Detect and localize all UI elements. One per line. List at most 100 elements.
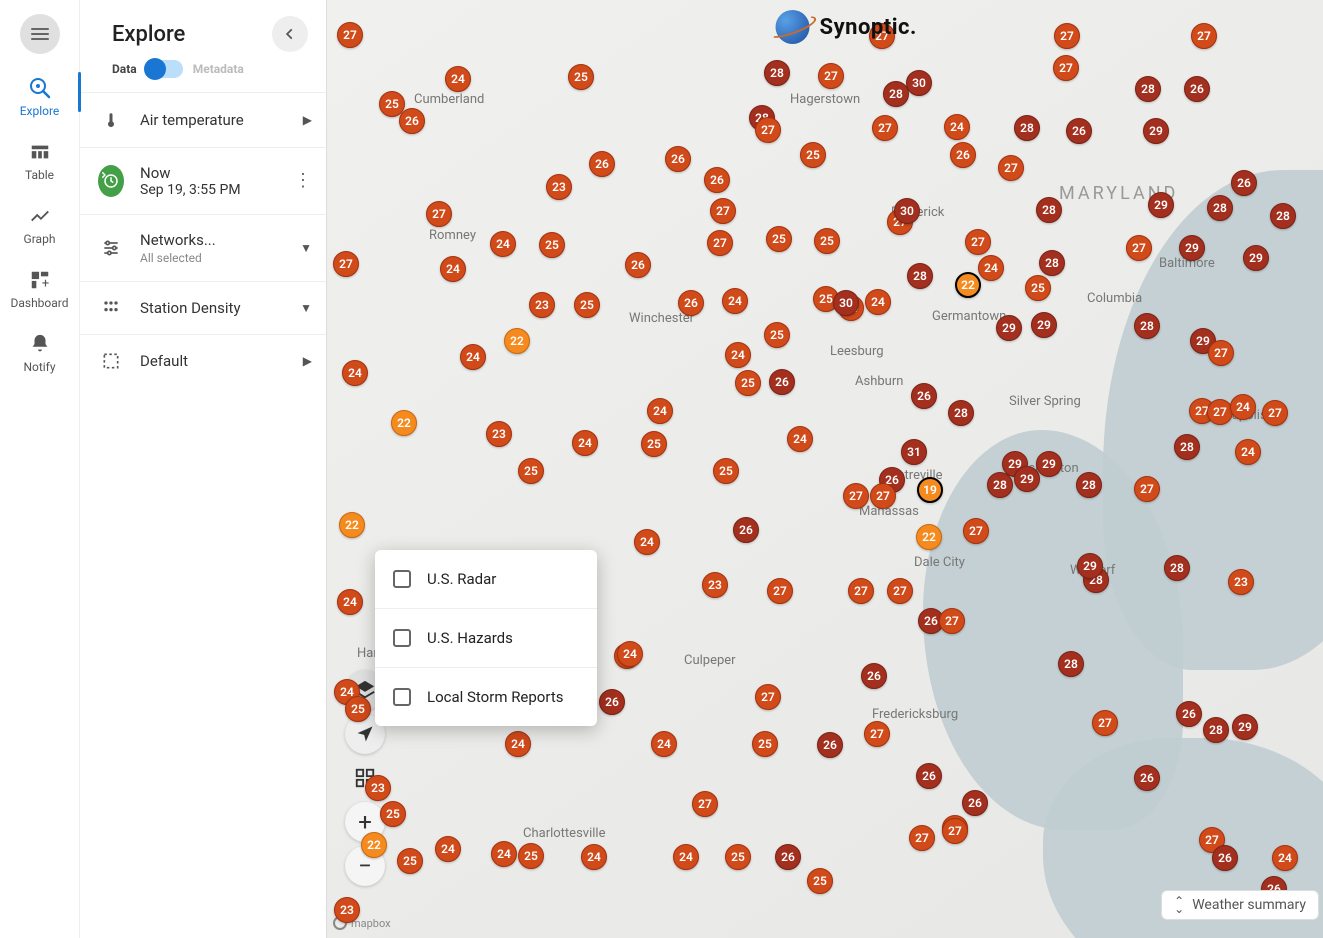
- weather-summary-button[interactable]: ⌃⌄ Weather summary: [1161, 890, 1319, 920]
- station-marker[interactable]: 25: [807, 868, 833, 894]
- station-marker[interactable]: 24: [865, 289, 891, 315]
- station-marker[interactable]: 26: [599, 689, 625, 715]
- station-marker[interactable]: 29: [1232, 714, 1258, 740]
- station-marker[interactable]: 25: [766, 226, 792, 252]
- station-marker[interactable]: 26: [775, 844, 801, 870]
- station-marker[interactable]: 27: [767, 578, 793, 604]
- station-marker[interactable]: 27: [909, 825, 935, 851]
- station-marker[interactable]: 28: [1036, 197, 1062, 223]
- station-marker[interactable]: 28: [883, 81, 909, 107]
- station-marker[interactable]: 27: [755, 117, 781, 143]
- station-marker[interactable]: 27: [870, 483, 896, 509]
- station-marker[interactable]: 27: [872, 115, 898, 141]
- station-marker[interactable]: 27: [864, 721, 890, 747]
- station-marker[interactable]: 29: [1077, 553, 1103, 579]
- station-marker[interactable]: 25: [397, 848, 423, 874]
- station-marker[interactable]: 26: [769, 369, 795, 395]
- station-marker[interactable]: 27: [887, 578, 913, 604]
- checkbox-icon[interactable]: [393, 629, 411, 647]
- station-marker[interactable]: 27: [1191, 23, 1217, 49]
- station-marker[interactable]: 28: [1039, 250, 1065, 276]
- station-marker[interactable]: 25: [345, 696, 371, 722]
- station-marker[interactable]: 27: [965, 229, 991, 255]
- layer-option-radar[interactable]: U.S. Radar: [375, 550, 597, 608]
- station-marker[interactable]: 28: [1174, 434, 1200, 460]
- nav-item-notify[interactable]: Notify: [0, 332, 79, 374]
- station-marker[interactable]: 26: [678, 290, 704, 316]
- station-marker[interactable]: 25: [713, 458, 739, 484]
- station-marker[interactable]: 24: [440, 256, 466, 282]
- station-marker[interactable]: 27: [818, 63, 844, 89]
- station-marker[interactable]: 24: [460, 344, 486, 370]
- station-marker[interactable]: 27: [1208, 340, 1234, 366]
- station-marker[interactable]: 24: [1272, 845, 1298, 871]
- nav-item-dashboard[interactable]: + Dashboard: [0, 268, 79, 310]
- map-canvas[interactable]: Synoptic. U.S. Radar U.S. Hazards Local …: [327, 0, 1323, 938]
- station-marker[interactable]: 29: [1036, 451, 1062, 477]
- station-marker[interactable]: 26: [399, 108, 425, 134]
- station-marker[interactable]: 24: [944, 114, 970, 140]
- station-marker[interactable]: 27: [998, 155, 1024, 181]
- density-selector[interactable]: Station Density ▼: [80, 281, 326, 334]
- station-marker[interactable]: 28: [1076, 472, 1102, 498]
- station-marker[interactable]: 27: [710, 198, 736, 224]
- station-marker[interactable]: 28: [1014, 115, 1040, 141]
- station-marker[interactable]: 22: [916, 524, 942, 550]
- station-marker[interactable]: 23: [529, 292, 555, 318]
- station-marker[interactable]: 25: [574, 292, 600, 318]
- station-marker[interactable]: 24: [337, 589, 363, 615]
- station-marker[interactable]: 29: [1179, 235, 1205, 261]
- station-marker[interactable]: 22: [955, 272, 981, 298]
- station-marker[interactable]: 26: [589, 151, 615, 177]
- station-marker[interactable]: 25: [814, 228, 840, 254]
- station-marker[interactable]: 24: [1230, 394, 1256, 420]
- toggle-metadata-label[interactable]: Metadata: [193, 62, 244, 76]
- station-marker[interactable]: 29: [1243, 245, 1269, 271]
- station-marker[interactable]: 23: [702, 572, 728, 598]
- station-marker[interactable]: 26: [1134, 765, 1160, 791]
- station-marker[interactable]: 27: [707, 230, 733, 256]
- station-marker[interactable]: 24: [572, 430, 598, 456]
- station-marker[interactable]: 31: [901, 439, 927, 465]
- station-marker[interactable]: 24: [978, 255, 1004, 281]
- station-marker[interactable]: 27: [963, 518, 989, 544]
- station-marker[interactable]: 22: [361, 832, 387, 858]
- station-marker[interactable]: 24: [725, 342, 751, 368]
- station-marker[interactable]: 28: [1058, 651, 1084, 677]
- station-marker[interactable]: 22: [504, 328, 530, 354]
- station-marker[interactable]: 25: [725, 844, 751, 870]
- station-marker[interactable]: 27: [848, 578, 874, 604]
- station-marker[interactable]: 25: [539, 232, 565, 258]
- station-marker[interactable]: 24: [490, 231, 516, 257]
- station-marker[interactable]: 25: [641, 431, 667, 457]
- station-marker[interactable]: 23: [546, 174, 572, 200]
- station-marker[interactable]: 27: [755, 684, 781, 710]
- variable-selector[interactable]: Air temperature ▶: [80, 92, 326, 147]
- station-marker[interactable]: 24: [445, 66, 471, 92]
- station-marker[interactable]: 29: [1148, 192, 1174, 218]
- nav-item-explore[interactable]: Explore: [0, 76, 79, 118]
- station-marker[interactable]: 27: [692, 791, 718, 817]
- station-marker[interactable]: 30: [833, 290, 859, 316]
- station-marker[interactable]: 24: [651, 731, 677, 757]
- station-marker[interactable]: 28: [1135, 76, 1161, 102]
- station-marker[interactable]: 22: [339, 512, 365, 538]
- networks-selector[interactable]: Networks... All selected ▼: [80, 214, 326, 281]
- station-marker[interactable]: 27: [939, 608, 965, 634]
- station-marker[interactable]: 25: [380, 801, 406, 827]
- station-marker[interactable]: 26: [950, 142, 976, 168]
- station-marker[interactable]: 27: [942, 818, 968, 844]
- station-marker[interactable]: 24: [722, 288, 748, 314]
- station-marker[interactable]: 26: [962, 790, 988, 816]
- collapse-panel-button[interactable]: [272, 16, 308, 52]
- station-marker[interactable]: 19: [917, 477, 943, 503]
- station-marker[interactable]: 25: [518, 843, 544, 869]
- station-marker[interactable]: 26: [1231, 170, 1257, 196]
- station-marker[interactable]: 26: [665, 146, 691, 172]
- station-marker[interactable]: 23: [1228, 569, 1254, 595]
- station-marker[interactable]: 28: [948, 400, 974, 426]
- station-marker[interactable]: 26: [817, 732, 843, 758]
- station-marker[interactable]: 24: [634, 529, 660, 555]
- station-marker[interactable]: 24: [342, 360, 368, 386]
- station-marker[interactable]: 26: [704, 167, 730, 193]
